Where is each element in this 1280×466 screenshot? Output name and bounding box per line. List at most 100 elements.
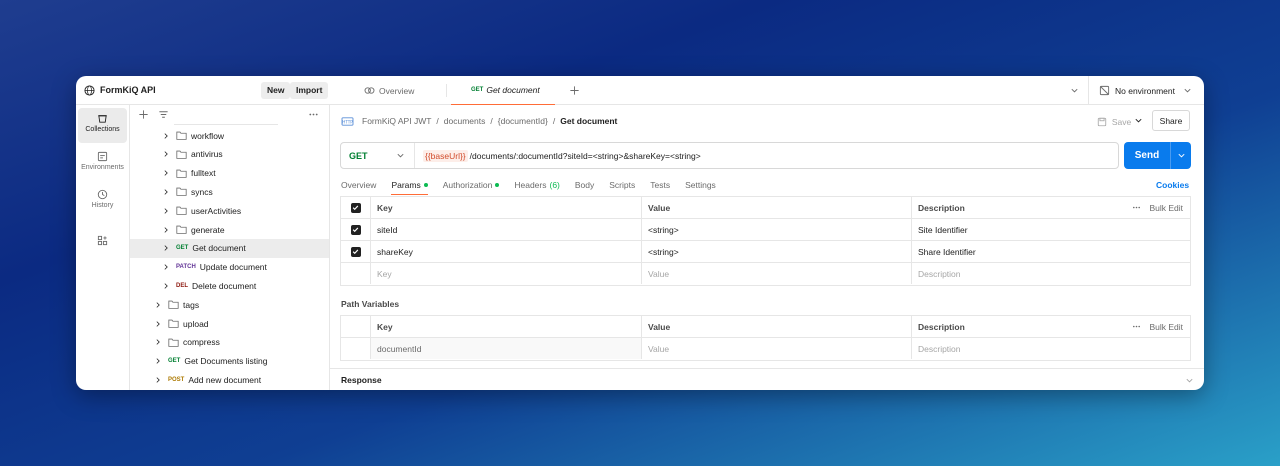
tree-folder[interactable]: userActivities xyxy=(130,201,329,220)
tab-get-document[interactable]: GET Get document xyxy=(451,76,555,105)
rail-label: Collections xyxy=(85,126,120,133)
folder-icon xyxy=(176,206,187,215)
send-button[interactable]: Send xyxy=(1124,142,1191,169)
tree-request[interactable]: GET Get document xyxy=(130,238,329,258)
tab-label: Body xyxy=(574,180,595,190)
tabs-dropdown-icon[interactable] xyxy=(1070,86,1079,95)
rail-item-configure[interactable] xyxy=(78,230,127,250)
select-all-checkbox[interactable] xyxy=(341,197,371,218)
method-value: GET xyxy=(349,150,368,161)
tree-request[interactable]: GET Get Documents listing xyxy=(130,352,329,371)
tab-authorization[interactable]: Authorization xyxy=(443,175,500,195)
param-value[interactable]: <string> xyxy=(642,219,912,240)
search-input[interactable] xyxy=(174,111,278,125)
param-value[interactable]: <string> xyxy=(642,241,912,262)
chevron-right-icon[interactable] xyxy=(162,169,170,177)
new-button[interactable]: New xyxy=(261,82,291,99)
tree-folder[interactable]: fulltext xyxy=(130,164,329,183)
tab-body[interactable]: Body xyxy=(575,175,594,195)
table-row: siteId <string> Site Identifier xyxy=(341,219,1190,241)
bulk-edit-label: Bulk Edit xyxy=(1149,321,1183,332)
tab-overview[interactable]: Overview xyxy=(364,76,414,105)
breadcrumb-current: Get document xyxy=(560,116,618,126)
tree-folder[interactable]: upload xyxy=(130,314,329,333)
tree-request[interactable]: PATCH Update document xyxy=(130,258,329,277)
import-button[interactable]: Import xyxy=(290,82,329,99)
param-description[interactable]: Share Identifier xyxy=(912,241,1112,262)
chevron-right-icon[interactable] xyxy=(154,301,162,309)
method-select[interactable]: GET xyxy=(341,143,415,168)
rail-item-history[interactable]: History xyxy=(78,184,127,219)
bulk-edit-button[interactable]: Bulk Edit xyxy=(1112,197,1191,218)
row-checkbox[interactable] xyxy=(341,219,371,240)
tree-folder[interactable]: workflow xyxy=(130,126,329,145)
chevron-right-icon[interactable] xyxy=(154,320,162,328)
breadcrumb-item[interactable]: FormKiQ API JWT xyxy=(362,116,431,126)
value-input[interactable]: Value xyxy=(642,263,912,284)
chevron-right-icon[interactable] xyxy=(162,132,170,140)
save-button[interactable]: Save xyxy=(1088,111,1140,132)
description-input[interactable]: Description xyxy=(912,263,1112,284)
tree-label: generate xyxy=(191,224,225,235)
rail-label: Environments xyxy=(81,164,124,171)
row-checkbox[interactable] xyxy=(341,241,371,262)
tab-overview[interactable]: Overview xyxy=(341,175,376,195)
tab-settings[interactable]: Settings xyxy=(685,175,716,195)
cookies-link[interactable]: Cookies xyxy=(1156,180,1189,190)
chevron-right-icon[interactable] xyxy=(162,226,170,234)
chevron-right-icon[interactable] xyxy=(162,244,170,252)
folder-icon xyxy=(176,187,187,197)
response-panel-header[interactable]: Response xyxy=(330,368,1204,390)
more-options-icon[interactable] xyxy=(1132,322,1141,331)
table-row-empty: Key Value Description xyxy=(341,263,1190,285)
chevron-right-icon[interactable] xyxy=(162,188,170,196)
path-variable-value[interactable]: Value xyxy=(642,338,912,359)
chevron-right-icon[interactable] xyxy=(154,376,162,384)
params-table: Key Value Description Bulk Edit siteId <… xyxy=(340,196,1191,286)
send-dropdown[interactable] xyxy=(1170,142,1191,169)
tree-folder[interactable]: tags xyxy=(130,295,329,314)
param-key[interactable]: shareKey xyxy=(371,241,642,262)
tree-toolbar xyxy=(130,108,329,125)
environment-selector[interactable]: No environment xyxy=(1088,76,1204,105)
chevron-right-icon[interactable] xyxy=(154,357,162,365)
chevron-right-icon[interactable] xyxy=(162,263,170,271)
tree-request[interactable]: DEL Delete document xyxy=(130,276,329,295)
tab-label: Params xyxy=(391,179,421,190)
new-tab-icon[interactable] xyxy=(569,85,580,96)
tree-folder[interactable]: antivirus xyxy=(130,145,329,164)
breadcrumb-item[interactable]: documents xyxy=(444,116,486,126)
save-dropdown-icon[interactable] xyxy=(1134,116,1143,125)
param-key[interactable]: siteId xyxy=(371,219,642,240)
tree-request[interactable]: POST Add new document xyxy=(130,370,329,389)
tab-params[interactable]: Params xyxy=(391,175,428,195)
tab-headers[interactable]: Headers (6) xyxy=(514,175,560,195)
chevron-right-icon[interactable] xyxy=(162,282,170,290)
path-variable-description[interactable]: Description xyxy=(912,338,1112,359)
filter-icon[interactable] xyxy=(158,109,169,120)
column-value: Value xyxy=(642,316,912,337)
tree-folder[interactable]: compress xyxy=(130,333,329,352)
more-options-icon[interactable] xyxy=(308,109,319,120)
rail-item-environments[interactable]: Environments xyxy=(78,146,127,181)
tree-folder[interactable]: generate xyxy=(130,220,329,239)
tab-scripts[interactable]: Scripts xyxy=(609,175,635,195)
no-environment-icon xyxy=(1099,85,1110,96)
share-button[interactable]: Share xyxy=(1152,110,1190,131)
more-options-icon[interactable] xyxy=(1132,203,1141,212)
chevron-right-icon[interactable] xyxy=(162,150,170,158)
tabs-bar: Overview GET Get document xyxy=(330,76,1204,105)
tree-folder[interactable]: syncs xyxy=(130,182,329,201)
key-input[interactable]: Key xyxy=(371,263,642,284)
folder-icon xyxy=(176,169,187,178)
param-description[interactable]: Site Identifier xyxy=(912,219,1112,240)
rail-item-collections[interactable]: Collections xyxy=(78,108,127,143)
add-collection-icon[interactable] xyxy=(138,109,149,120)
breadcrumb-item[interactable]: {documentId} xyxy=(498,116,548,126)
url-input[interactable]: {{baseUrl}} /documents/:documentId?siteI… xyxy=(423,143,701,168)
overview-icon xyxy=(364,86,375,95)
tab-tests[interactable]: Tests xyxy=(650,175,670,195)
chevron-right-icon[interactable] xyxy=(162,207,170,215)
bulk-edit-button[interactable]: Bulk Edit xyxy=(1112,316,1191,337)
chevron-right-icon[interactable] xyxy=(154,338,162,346)
